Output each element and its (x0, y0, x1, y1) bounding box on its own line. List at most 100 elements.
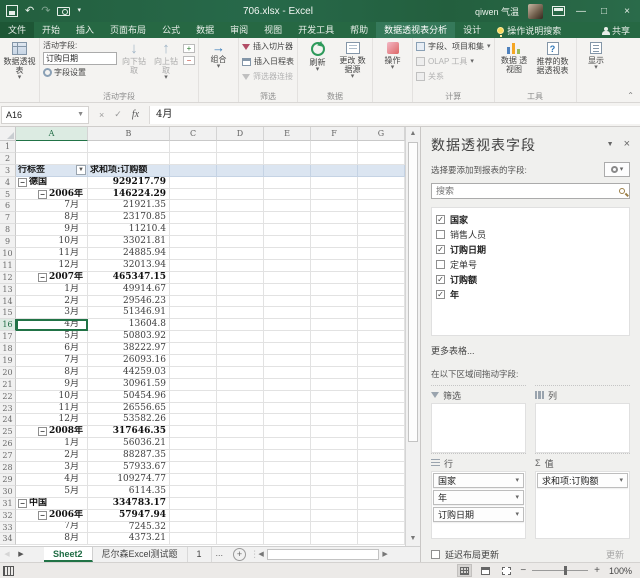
row-header-13[interactable]: 13 (0, 283, 16, 296)
cell-E12[interactable] (264, 271, 311, 284)
share-button[interactable]: 共享 (592, 22, 640, 38)
cell-B34[interactable]: 4373.21 (88, 533, 170, 546)
field-search-box[interactable] (431, 183, 630, 199)
cell-B29[interactable]: 109274.77 (88, 473, 170, 486)
cell-C21[interactable] (170, 378, 217, 391)
cell-B32[interactable]: 57947.94 (88, 509, 170, 522)
cell-D34[interactable] (217, 533, 264, 546)
cell-A22[interactable]: 10月 (16, 390, 88, 403)
row-header-7[interactable]: 7 (0, 212, 16, 225)
collapse-outline-icon[interactable]: − (38, 427, 47, 437)
cell-A28[interactable]: 3月 (16, 462, 88, 474)
cell-D14[interactable] (217, 295, 264, 308)
maximize-icon[interactable]: □ (597, 6, 611, 17)
cell-E34[interactable] (264, 533, 311, 546)
normal-view-button[interactable] (457, 564, 473, 577)
cell-C32[interactable] (170, 509, 217, 522)
sheet-tab-overflow[interactable]: ... (212, 547, 228, 562)
cell-G7[interactable] (358, 212, 405, 225)
hscroll-right-icon[interactable]: ▶ (379, 547, 391, 562)
cell-G31[interactable] (358, 497, 405, 510)
cell-E15[interactable] (264, 307, 311, 320)
cell-E20[interactable] (264, 366, 311, 379)
cell-F9[interactable] (311, 236, 358, 249)
cell-C25[interactable] (170, 426, 217, 439)
add-sheet-icon[interactable]: + (233, 548, 247, 561)
cell-F14[interactable] (311, 295, 358, 308)
cell-A32[interactable]: −2006年 (16, 509, 88, 522)
field-item-订购额[interactable]: ✓ 订购额 (436, 272, 625, 287)
collapse-outline-icon[interactable]: − (38, 510, 47, 520)
row-header-3[interactable]: 3 (0, 164, 16, 177)
cell-C29[interactable] (170, 473, 217, 486)
scroll-down-icon[interactable]: ▼ (406, 532, 420, 546)
cell-D23[interactable] (217, 402, 264, 415)
ribbon-display-options-icon[interactable] (552, 6, 565, 16)
select-all-corner[interactable] (0, 127, 16, 141)
cell-G29[interactable] (358, 473, 405, 486)
row-header-4[interactable]: 4 (0, 176, 16, 189)
row-header-5[interactable]: 5 (0, 188, 16, 201)
ribbon-tab-2[interactable]: 开始 (34, 22, 68, 38)
cell-C8[interactable] (170, 224, 217, 237)
horizontal-scrollbar[interactable] (267, 549, 380, 560)
cell-G10[interactable] (358, 248, 405, 260)
cell-D10[interactable] (217, 248, 264, 260)
cell-E10[interactable] (264, 248, 311, 260)
collapse-outline-icon[interactable]: − (38, 272, 47, 282)
cell-F27[interactable] (311, 450, 358, 463)
cell-C31[interactable] (170, 497, 217, 510)
cell-G5[interactable] (358, 188, 405, 201)
cell-G23[interactable] (358, 402, 405, 415)
field-pill-年[interactable]: 年 ▾ (433, 490, 524, 505)
cell-A27[interactable]: 2月 (16, 450, 88, 463)
cell-B16[interactable]: 13604.8 (88, 319, 170, 332)
cell-G26[interactable] (358, 438, 405, 451)
cell-F12[interactable] (311, 271, 358, 284)
cell-E32[interactable] (264, 509, 311, 522)
cell-C30[interactable] (170, 485, 217, 498)
cell-D33[interactable] (217, 521, 264, 534)
sheet-prev-icon[interactable]: ◀ (0, 547, 14, 562)
cell-E11[interactable] (264, 259, 311, 272)
cell-B20[interactable]: 44259.03 (88, 366, 170, 379)
cell-D2[interactable] (217, 152, 264, 165)
field-settings-button[interactable]: 字段设置 (43, 66, 117, 78)
cell-F8[interactable] (311, 224, 358, 237)
hscroll-left-icon[interactable]: ◀ (255, 547, 267, 562)
row-header-17[interactable]: 17 (0, 331, 16, 344)
ribbon-tab-5[interactable]: 公式 (154, 22, 188, 38)
cell-G32[interactable] (358, 509, 405, 522)
row-header-33[interactable]: 33 (0, 521, 16, 534)
cell-D25[interactable] (217, 426, 264, 439)
name-box-dropdown-icon[interactable]: ▼ (77, 111, 84, 118)
cell-G34[interactable] (358, 533, 405, 546)
ribbon-tab-10[interactable]: 帮助 (342, 22, 376, 38)
tell-me-search[interactable]: 操作说明搜索 (489, 22, 569, 38)
cell-F18[interactable] (311, 343, 358, 356)
row-header-27[interactable]: 27 (0, 450, 16, 463)
column-header-F[interactable]: F (311, 127, 358, 141)
cell-B10[interactable]: 24885.94 (88, 248, 170, 260)
cell-F7[interactable] (311, 212, 358, 225)
cell-C18[interactable] (170, 343, 217, 356)
cell-F13[interactable] (311, 283, 358, 296)
column-header-E[interactable]: E (264, 127, 311, 141)
scroll-up-icon[interactable]: ▲ (406, 127, 420, 141)
more-tables-link[interactable]: 更多表格... (431, 344, 630, 357)
row-header-25[interactable]: 25 (0, 426, 16, 439)
cell-D18[interactable] (217, 343, 264, 356)
cell-B18[interactable]: 38222.97 (88, 343, 170, 356)
field-pill-国家[interactable]: 国家 ▾ (433, 473, 524, 488)
cell-E2[interactable] (264, 152, 311, 165)
cell-F2[interactable] (311, 152, 358, 165)
row-header-16[interactable]: 16 (0, 319, 16, 332)
cell-A18[interactable]: 6月 (16, 343, 88, 356)
avatar[interactable] (528, 3, 543, 19)
redo-icon[interactable]: ↷ (41, 5, 50, 17)
cancel-icon[interactable]: × (99, 110, 104, 120)
cell-B24[interactable]: 53582.26 (88, 414, 170, 427)
cell-A11[interactable]: 12月 (16, 259, 88, 272)
cell-D21[interactable] (217, 378, 264, 391)
cell-A13[interactable]: 1月 (16, 283, 88, 296)
